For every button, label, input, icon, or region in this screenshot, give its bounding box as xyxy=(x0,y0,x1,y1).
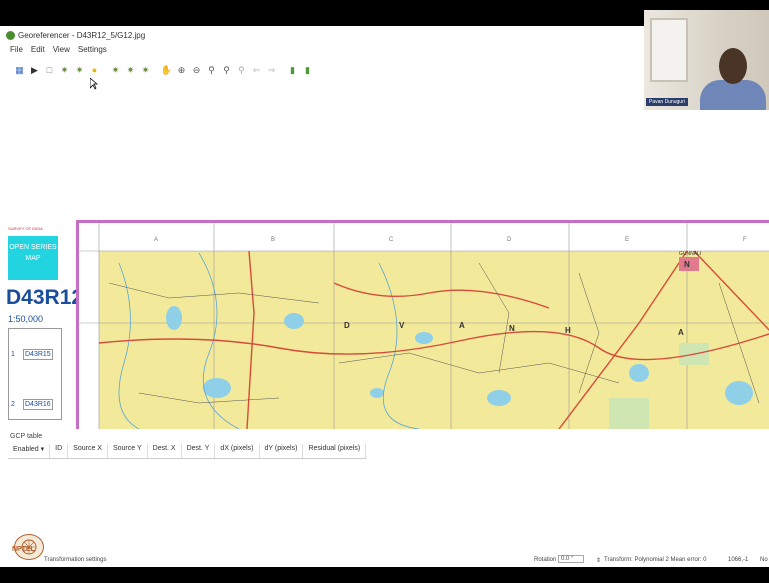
legend-header: SURVEY OF INDIA xyxy=(8,226,43,231)
histogram-stretch-icon[interactable]: ▮ xyxy=(302,65,313,76)
link-qgis-icon[interactable]: ⇒ xyxy=(266,65,277,76)
col-dest-y[interactable]: Dest. Y xyxy=(182,444,216,458)
legend-series-box: OPEN SERIES MAP xyxy=(8,236,58,280)
legend-cell: 1 xyxy=(11,351,15,358)
presenter-body xyxy=(700,80,766,110)
grid-letter: F xyxy=(743,237,747,243)
col-dy[interactable]: dY (pixels) xyxy=(260,444,304,458)
town-label: GUNNALI xyxy=(679,251,701,257)
settings-icon[interactable]: ● xyxy=(89,65,100,76)
place-letter: D xyxy=(344,321,350,330)
zoom-next-icon[interactable]: ⚲ xyxy=(236,65,247,76)
presenter-head xyxy=(719,48,747,84)
legend-cell: D43R16 xyxy=(23,399,53,410)
rotation-label: Rotation xyxy=(534,557,557,563)
scanned-toposheet: A B C D E F D V A N H A N GUNNALI xyxy=(79,223,769,429)
zoom-out-icon[interactable]: ⊖ xyxy=(191,65,202,76)
place-letter: N xyxy=(684,260,690,269)
legend-cell: D43R15 xyxy=(23,349,53,360)
delete-point-icon[interactable]: ✷ xyxy=(125,65,136,76)
move-point-icon[interactable]: ✷ xyxy=(140,65,151,76)
gcp-table-title: GCP table xyxy=(10,433,43,440)
place-letter: V xyxy=(399,321,405,330)
load-gcp-icon[interactable]: ✷ xyxy=(59,65,70,76)
histogram-icon[interactable]: ▮ xyxy=(287,65,298,76)
presenter-name-tag: Pavan Dunuguri xyxy=(646,98,688,106)
window-frame xyxy=(650,18,688,82)
col-enabled[interactable]: Enabled ▾ xyxy=(8,444,51,458)
place-letter: A xyxy=(459,321,465,330)
menu-settings[interactable]: Settings xyxy=(78,45,107,54)
map-legend-panel: SURVEY OF INDIA OPEN SERIES MAP D43R12 1… xyxy=(0,220,76,426)
grid-letter: E xyxy=(625,237,629,243)
webcam-overlay: Pavan Dunuguri xyxy=(644,10,769,110)
legend-scale: 1:50,000 xyxy=(8,314,44,324)
zoom-in-icon[interactable]: ⊕ xyxy=(176,65,187,76)
col-residual[interactable]: Residual (pixels) xyxy=(303,444,367,458)
title-bar: Georeferencer - D43R12_5/G12.jpg xyxy=(6,28,145,42)
status-bar: Transformation settings Rotation 0.0 ° ⇕… xyxy=(0,553,769,567)
link-georef-icon[interactable]: ⇐ xyxy=(251,65,262,76)
grid-letter: C xyxy=(389,237,394,243)
map-canvas[interactable]: A B C D E F D V A N H A N GUNNALI xyxy=(76,220,769,429)
place-letter: H xyxy=(565,326,571,335)
toolbar: ▦ ▶ □ ✷ ✷ ● ✷ ✷ ✷ ✋ ⊕ ⊖ ⚲ ⚲ ⚲ ⇐ ⇒ ▮ ▮ xyxy=(14,62,317,78)
rotation-spin-icon[interactable]: ⇕ xyxy=(596,557,601,564)
save-gcp-icon[interactable]: ✷ xyxy=(74,65,85,76)
status-extra: No xyxy=(760,557,768,563)
col-source-x[interactable]: Source X xyxy=(68,444,108,458)
place-letter: N xyxy=(509,324,515,333)
legend-index-grid: 1 D43R15 2 D43R16 xyxy=(8,328,62,420)
grid-letter: D xyxy=(507,237,512,243)
sort-down-icon: ▾ xyxy=(40,446,45,453)
pan-icon[interactable]: ✋ xyxy=(161,65,172,76)
col-dx[interactable]: dX (pixels) xyxy=(215,444,260,458)
grid-letter: A xyxy=(154,237,158,243)
start-georef-icon[interactable]: ▶ xyxy=(29,65,40,76)
menu-bar: File Edit View Settings xyxy=(10,45,107,54)
zoom-layer-icon[interactable]: ⚲ xyxy=(206,65,217,76)
col-source-y[interactable]: Source Y xyxy=(108,444,148,458)
menu-edit[interactable]: Edit xyxy=(31,45,45,54)
add-point-icon[interactable]: ✷ xyxy=(110,65,121,76)
gcp-table-header: Enabled ▾ ID Source X Source Y Dest. X D… xyxy=(8,444,367,459)
grid-letter: B xyxy=(271,237,275,243)
transform-info: Transform: Polynomial 2 Mean error: 0 xyxy=(604,557,707,563)
window-title: Georeferencer - D43R12_5/G12.jpg xyxy=(18,30,146,40)
open-raster-icon[interactable]: ▦ xyxy=(14,65,25,76)
menu-file[interactable]: File xyxy=(10,45,23,54)
col-id[interactable]: ID xyxy=(50,444,69,458)
mouse-cursor-icon xyxy=(90,78,98,90)
menu-view[interactable]: View xyxy=(53,45,70,54)
zoom-last-icon[interactable]: ⚲ xyxy=(221,65,232,76)
legend-map-code: D43R12 xyxy=(6,286,76,309)
col-dest-x[interactable]: Dest. X xyxy=(148,444,182,458)
place-letter: A xyxy=(678,328,684,337)
nptel-label: NPTEL xyxy=(12,546,35,553)
qgis-logo-icon xyxy=(6,30,15,40)
legend-cell: 2 xyxy=(11,401,15,408)
coordinate-readout: 1066,-1 xyxy=(728,557,749,563)
generate-script-icon[interactable]: □ xyxy=(44,65,55,76)
rotation-input[interactable]: 0.0 ° xyxy=(558,555,585,563)
transformation-settings-link[interactable]: Transformation settings xyxy=(44,557,106,563)
